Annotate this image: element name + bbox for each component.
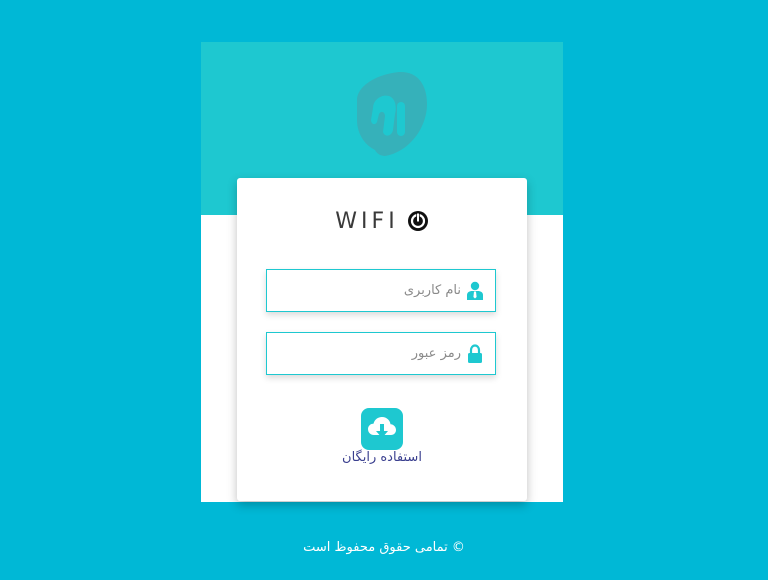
- username-field[interactable]: [266, 269, 496, 312]
- power-icon: [407, 211, 428, 231]
- cloud-download-icon: [368, 417, 396, 438]
- lock-icon: [468, 344, 482, 363]
- login-card: WIFI استفاده رایگان: [237, 178, 527, 501]
- brand-logo-icon: [357, 71, 427, 156]
- wifi-title: WIFI: [335, 208, 399, 234]
- password-field[interactable]: [266, 332, 496, 375]
- user-icon: [467, 281, 483, 300]
- wifi-brand: WIFI: [237, 206, 527, 236]
- free-use-label[interactable]: استفاده رایگان: [237, 450, 527, 465]
- copyright-text: © تمامی حقوق محفوظ است: [303, 540, 465, 555]
- password-input[interactable]: [275, 333, 461, 374]
- free-use-button[interactable]: [361, 408, 403, 450]
- username-input[interactable]: [275, 270, 461, 311]
